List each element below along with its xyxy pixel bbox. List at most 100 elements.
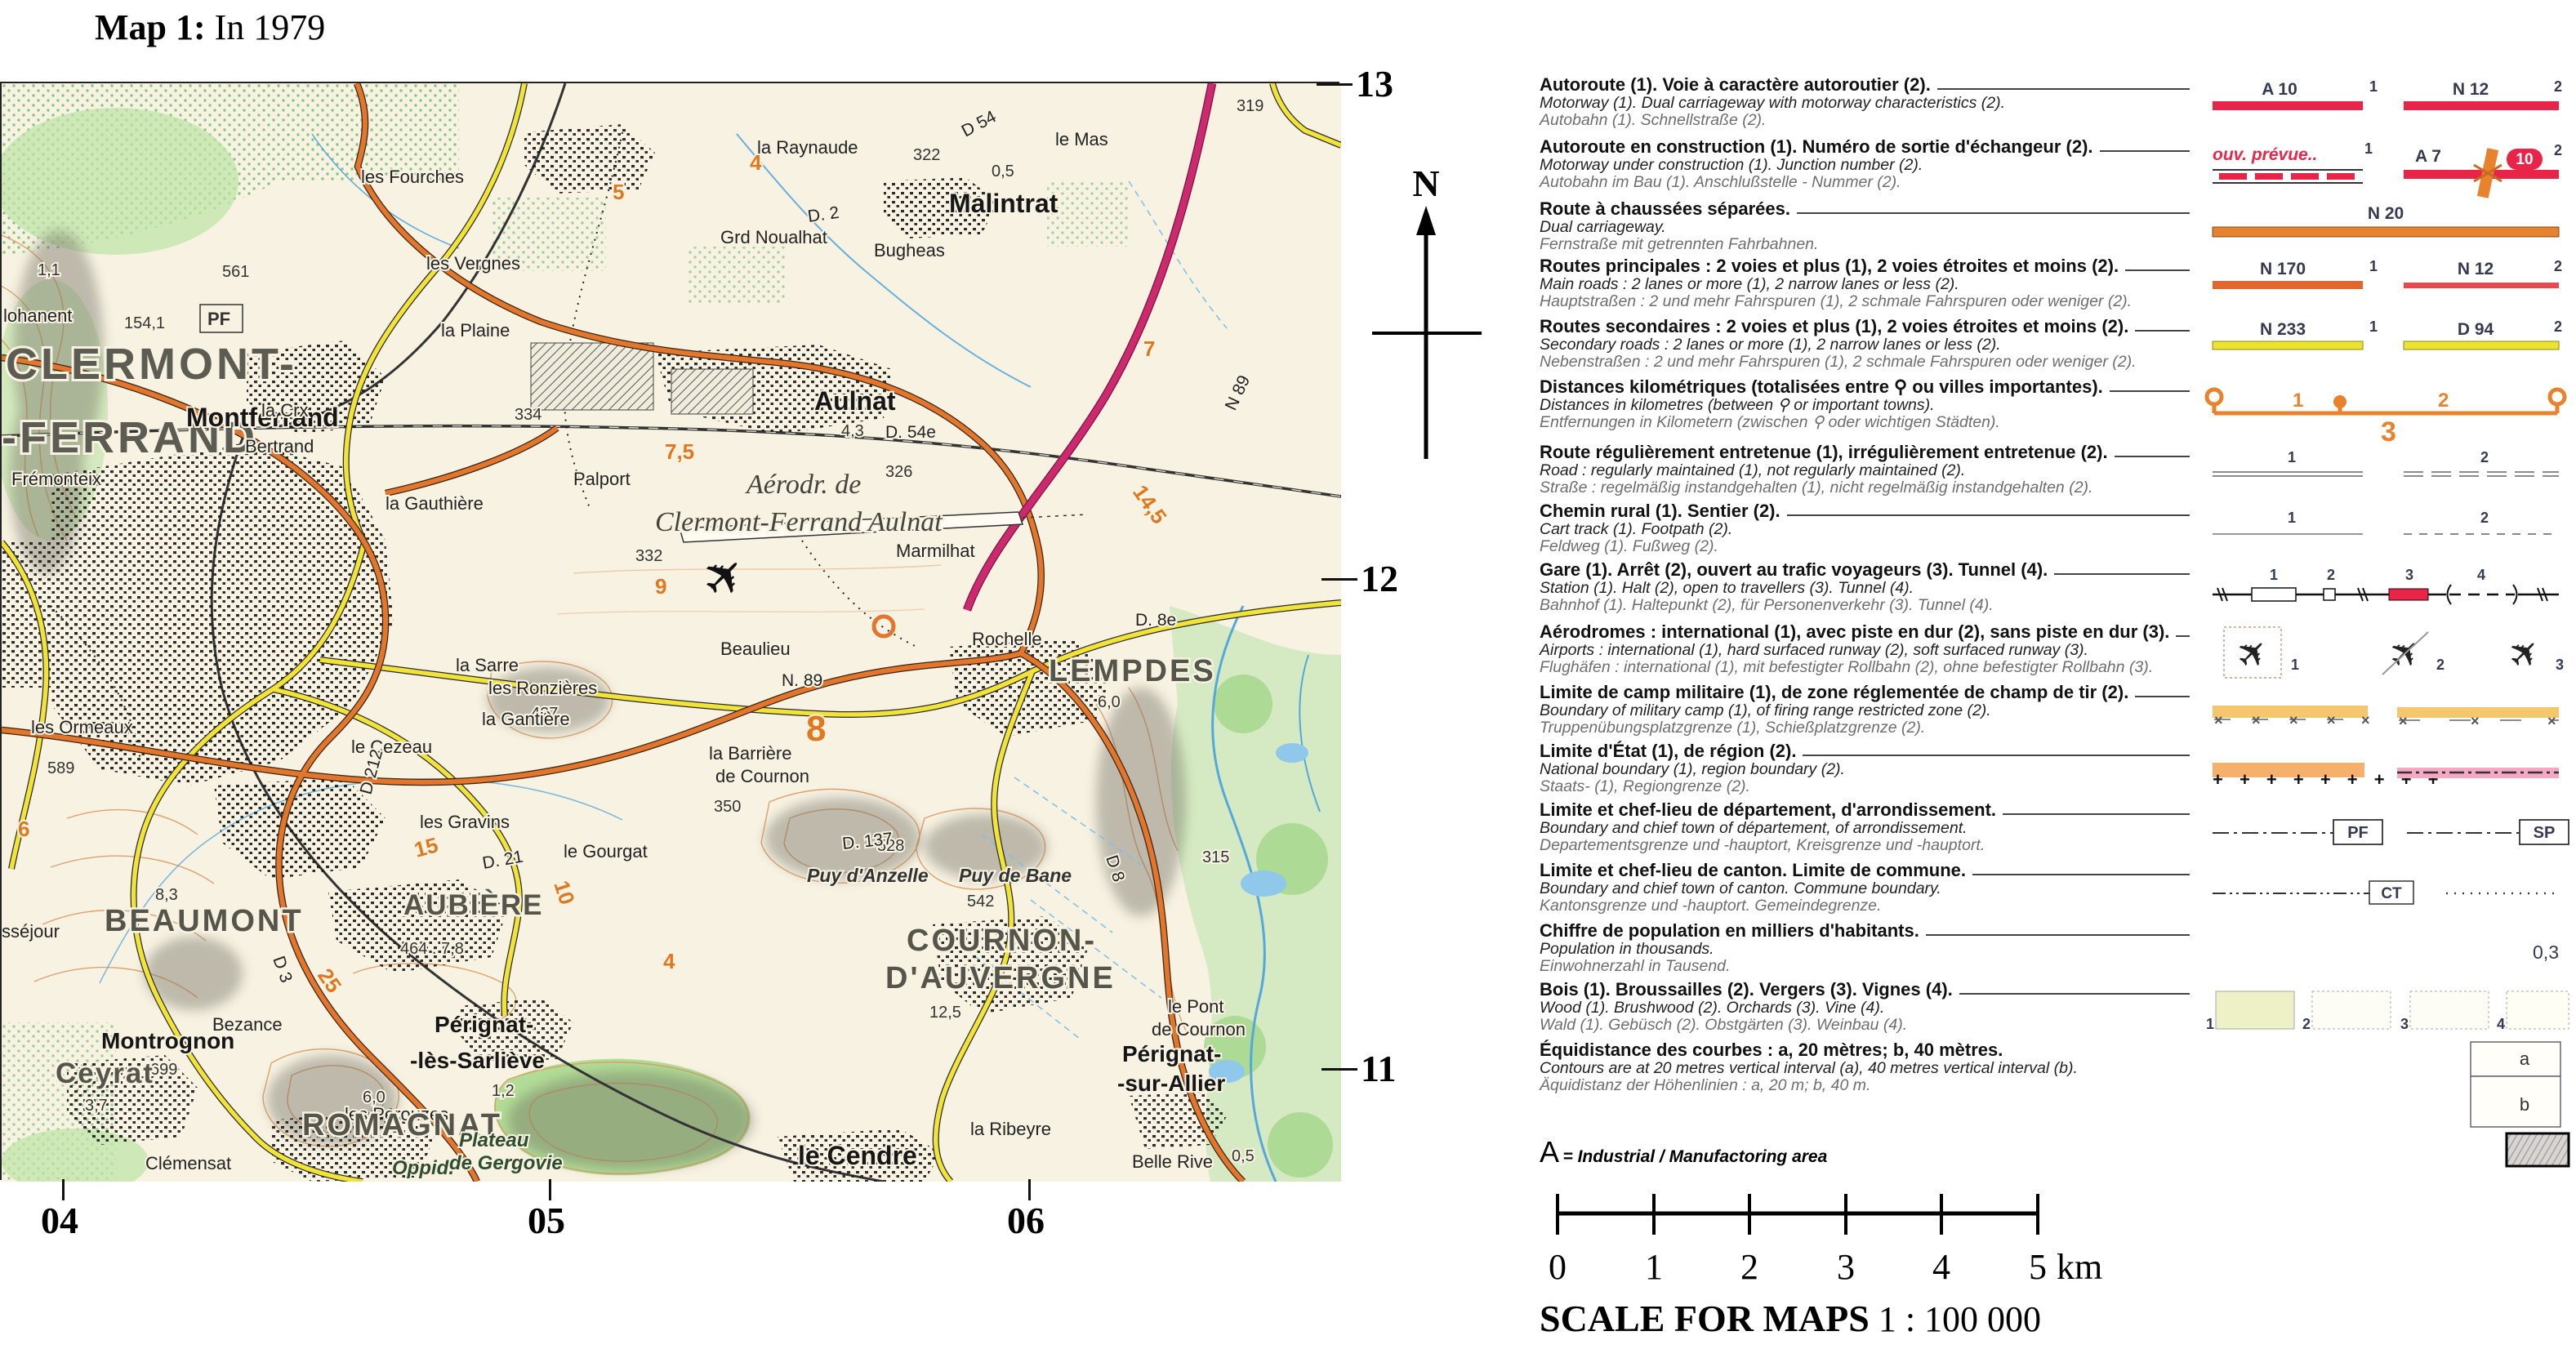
- map-label: le Cezeau: [351, 737, 432, 757]
- index-2: 2: [2302, 1016, 2311, 1032]
- map-label: 1,1: [38, 261, 60, 279]
- legend-de: Feldweg (1). Fußweg (2).: [1540, 538, 2193, 555]
- map-label: 4,3: [841, 422, 864, 440]
- map-label: 322: [913, 146, 940, 164]
- legend-fr: Routes secondaires : 2 voies et plus (1)…: [1540, 317, 2128, 336]
- map-label: la Ribeyre: [970, 1119, 1051, 1139]
- map-label: Belle Rive: [1132, 1151, 1213, 1172]
- grid-label-bottom: 05: [528, 1199, 565, 1242]
- legend-row-military: Limite de camp militaire (1), de zone ré…: [1540, 683, 2570, 741]
- legend-de: Entfernungen in Kilometern (zwischen ⚲ o…: [1540, 414, 2193, 431]
- index-2: 2: [2480, 449, 2489, 465]
- map-label: la Barrière: [709, 743, 791, 764]
- junction-number: 10: [2516, 151, 2533, 168]
- scale-bar-graphic: [1535, 1174, 2107, 1240]
- scale-tick-label: 5: [2020, 1246, 2056, 1288]
- map-label: Bugheas: [874, 240, 945, 260]
- legend-de: Wald (1). Gebüsch (2). Obstgärten (3). W…: [1540, 1017, 2193, 1034]
- legend-fr: Autoroute en construction (1). Numéro de…: [1540, 137, 2093, 156]
- map-label: lohanent: [3, 305, 72, 326]
- map-label: Aérodr. de: [745, 470, 861, 500]
- symbol-secondary-roads: N 233 1 D 94 2: [2201, 317, 2570, 377]
- map-label: Oppid.: [392, 1157, 454, 1179]
- legend-de: Staats- (1), Regiongrenze (2).: [1540, 778, 2193, 795]
- scale-tick-label: 2: [1731, 1246, 1767, 1288]
- legend-de: Kantonsgrenze und -hauptort. Gemeindegre…: [1540, 897, 2193, 915]
- grid-tick: [1028, 1179, 1031, 1200]
- map-label: 315: [1202, 848, 1229, 866]
- legend-de: Truppenübungsplatzgrenze (1), Schießplat…: [1540, 719, 2193, 737]
- symbol-departement-boundary: PF SP: [2201, 800, 2570, 861]
- map-label: Palport: [573, 469, 631, 489]
- legend-row-railway: Gare (1). Arrêt (2), ouvert au trafic vo…: [1540, 560, 2570, 622]
- map-label: Beaulieu: [720, 639, 791, 659]
- road-number: N 170: [2260, 260, 2306, 278]
- map-label: Marmilhat: [896, 541, 975, 561]
- legend-de: Äquidistanz der Höhenlinien : a, 20 m; b…: [1540, 1077, 2193, 1094]
- map-label: de Gergovie: [449, 1152, 563, 1174]
- map-label: Clémensat: [145, 1153, 231, 1173]
- airplane-icon: ✈: [2226, 627, 2279, 679]
- legend-de: Hauptstraßen : 2 und mehr Fahrspuren (1)…: [1540, 293, 2193, 310]
- grid-tick: [1321, 1068, 1357, 1071]
- legend-de: Autobahn im Bau (1). Anschlußstelle - Nu…: [1540, 174, 2193, 191]
- grid-tick: [1317, 83, 1353, 86]
- map-label: CLERMONT-: [6, 340, 297, 389]
- index-2: 2: [2554, 318, 2562, 335]
- scale-note: SCALE FOR MAPS 1 : 100 000: [1540, 1297, 2041, 1340]
- airplane-icon: ✈: [2498, 627, 2551, 679]
- index-4: 4: [2497, 1016, 2505, 1032]
- legend-en: Boundary of military camp (1), of firing…: [1540, 701, 2193, 719]
- road-number: A 10: [2262, 80, 2297, 99]
- index-1: 1: [2369, 258, 2378, 274]
- svg-text:×: ×: [2214, 712, 2223, 728]
- map-label: la Plaine: [441, 320, 510, 341]
- map-label: les Gravins: [420, 812, 510, 832]
- road-number: N 20: [2368, 204, 2404, 223]
- legend-row-maintained-road: Route régulièrement entretenue (1), irré…: [1540, 443, 2570, 501]
- legend-en: Cart track (1). Footpath (2).: [1540, 520, 2193, 538]
- symbol-distances: 1 2 3: [2201, 377, 2570, 443]
- map-label: 5: [613, 180, 624, 204]
- map-label: BEAUMONT: [105, 904, 304, 938]
- index-1: 1: [2293, 390, 2303, 412]
- map-label: Pérignat-: [1122, 1041, 1221, 1066]
- map-label: les Vergnes: [426, 253, 520, 274]
- legend-en: Main roads : 2 lanes or more (1), 2 narr…: [1540, 275, 2193, 293]
- road-number: D 94: [2458, 320, 2494, 339]
- legend-de: Autobahn (1). Schnellstraße (2).: [1540, 112, 2193, 129]
- map-label: Montrognon: [101, 1028, 234, 1053]
- svg-text:×: ×: [2399, 713, 2408, 729]
- map-label: Aulnat: [814, 386, 896, 416]
- map-label: Ceyrat: [56, 1057, 154, 1089]
- legend-de: Departementsgrenze und -hauptort, Kreisg…: [1540, 837, 2193, 854]
- index-1: 1: [2270, 567, 2278, 583]
- symbol-maintained-road: 1 2: [2201, 443, 2570, 501]
- map-label: 8,3: [155, 886, 178, 904]
- scale-note-ratio: 1 : 100 000: [1879, 1299, 2041, 1339]
- index-1: 1: [2369, 78, 2378, 95]
- page: Map 1: In 1979: [0, 0, 2576, 1358]
- legend-fr: Chiffre de population en milliers d'habi…: [1540, 921, 1919, 940]
- index-1: 1: [2364, 140, 2373, 157]
- map-label: 1,2: [492, 1082, 515, 1100]
- ct-label: CT: [2381, 885, 2402, 902]
- scale-unit: km: [2057, 1246, 2102, 1288]
- map-label: la Gauthière: [386, 493, 484, 514]
- legend-de: Flughäfen : international (1), mit befes…: [1540, 659, 2193, 676]
- legend-row-main-roads: Routes principales : 2 voies et plus (1)…: [1540, 256, 2570, 317]
- symbol-railway: 1 2 3 4: [2201, 560, 2570, 622]
- road-number: N 12: [2458, 260, 2494, 278]
- legend-row-secondary-roads: Routes secondaires : 2 voies et plus (1)…: [1540, 317, 2570, 377]
- legend-de: Straße : regelmäßig instandgehalten (1),…: [1540, 479, 2193, 496]
- symbol-canton-boundary: CT: [2201, 861, 2570, 921]
- map-label: la Crx: [261, 400, 308, 421]
- scale-bar: 0 1 2 3 4 5 km: [1535, 1174, 2156, 1297]
- legend-row-distances: Distances kilométriques (totalisées entr…: [1540, 377, 2570, 443]
- map-label: le Gourgat: [564, 841, 648, 862]
- legend-fr: Autoroute (1). Voie à caractère autorout…: [1540, 75, 1931, 94]
- grid-tick: [1321, 578, 1357, 581]
- map-label: PF: [207, 309, 230, 329]
- index-1: 1: [2206, 1016, 2214, 1032]
- legend-fr: Routes principales : 2 voies et plus (1)…: [1540, 256, 2119, 275]
